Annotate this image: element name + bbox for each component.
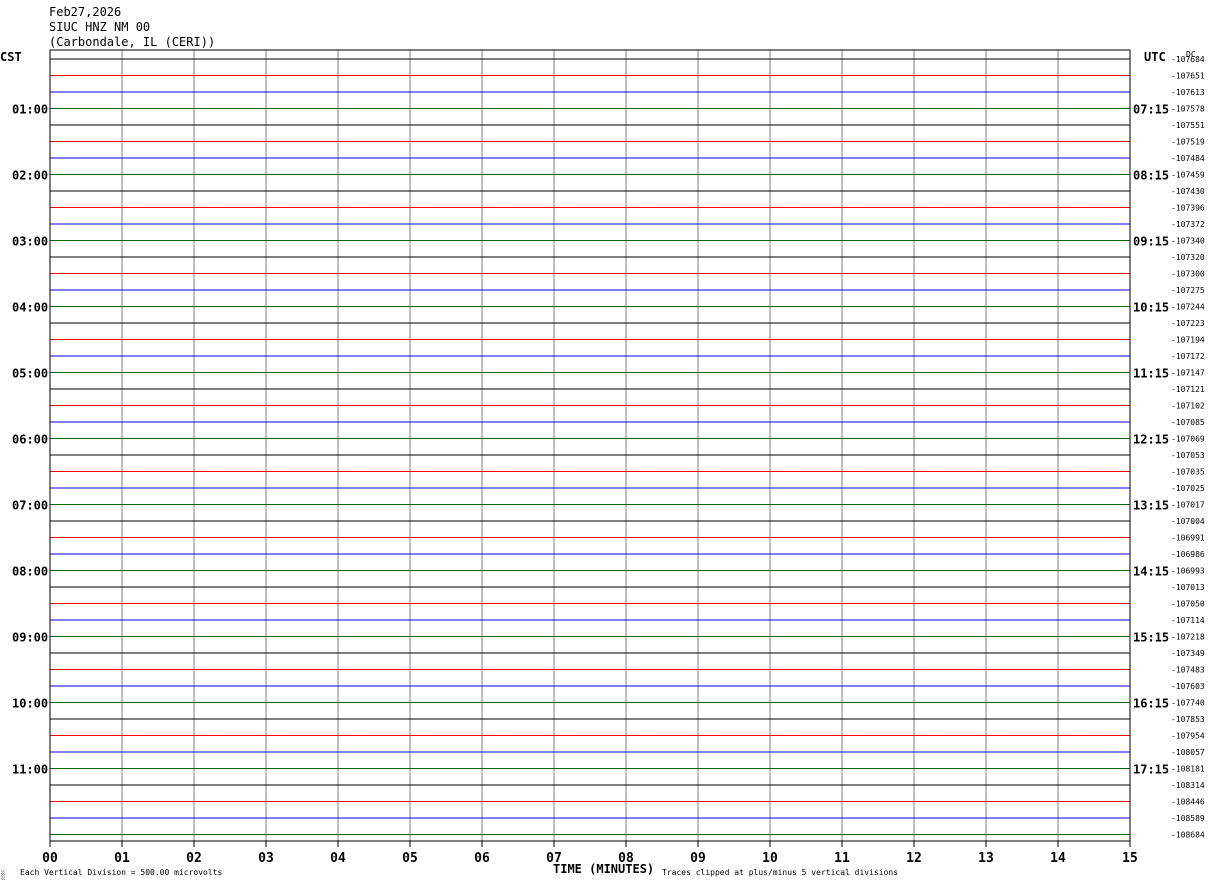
x-tick-label: 09 [690,851,706,866]
dc-offset-label: -107102 [1171,402,1205,411]
hour-label-utc: 16:15 [1133,697,1169,711]
hour-label-cst: 10:00 [12,697,48,711]
dc-offset-label: -107483 [1171,666,1205,675]
dc-offset-label: -108057 [1171,748,1205,757]
hour-label-utc: 13:15 [1133,499,1169,513]
dc-offset-label: -107684 [1171,55,1205,64]
hour-label-utc: 11:15 [1133,367,1169,381]
dc-offset-label: -107430 [1171,187,1205,196]
x-tick-label: 01 [114,851,130,866]
footer-marker: ░ [1,870,6,880]
dc-offset-label: -107740 [1171,699,1205,708]
hour-label-utc: 08:15 [1133,169,1169,183]
x-tick-label: 02 [186,851,202,866]
dc-offset-label: -107603 [1171,682,1205,691]
x-tick-label: 06 [474,851,490,866]
dc-offset-label: -108684 [1171,831,1205,840]
dc-offset-label: -108446 [1171,798,1205,807]
x-tick-label: 14 [1050,851,1066,866]
dc-offset-label: -106986 [1171,550,1205,559]
utc-label: UTC [1144,50,1166,64]
hour-label-cst: 07:00 [12,499,48,513]
dc-offset-label: -107050 [1171,600,1205,609]
dc-offset-label: -107147 [1171,369,1205,378]
dc-offset-label: -107218 [1171,633,1205,642]
helicorder-plot: Feb27,2026 SIUC HNZ NM 00 (Carbondale, I… [0,5,1205,880]
hour-label-cst: 01:00 [12,103,48,117]
hour-label-cst: 02:00 [12,169,48,183]
trace-lines [50,58,1130,835]
dc-offset-label: -107396 [1171,204,1205,213]
plot-frame [49,49,1131,842]
dc-offset-label: -107004 [1171,517,1205,526]
dc-offset-label: -107017 [1171,501,1205,510]
dc-offset-label: -107651 [1171,72,1205,81]
hour-label-cst: 09:00 [12,631,48,645]
hour-label-cst: 06:00 [12,433,48,447]
cst-label: CST [0,50,22,64]
x-axis-title: TIME (MINUTES) [553,862,654,876]
dc-offset-label: -107372 [1171,220,1205,229]
header-date: Feb27,2026 [49,5,121,19]
dc-offset-label: -107853 [1171,715,1205,724]
dc-offset-label: -107035 [1171,468,1205,477]
dc-offset-labels: -107684 -107651 -107613 -107578 -107551 -1075… [1171,55,1205,840]
dc-offset-label: -107519 [1171,138,1205,147]
hour-label-cst: 03:00 [12,235,48,249]
dc-offset-label: -107320 [1171,253,1205,262]
dc-offset-label: -107114 [1171,616,1205,625]
dc-offset-label: -107121 [1171,385,1205,394]
hour-label-cst: 05:00 [12,367,48,381]
dc-offset-label: -108314 [1171,781,1205,790]
hour-label-cst: 08:00 [12,565,48,579]
header-station: SIUC HNZ NM 00 [49,20,150,34]
dc-offset-label: -107025 [1171,484,1205,493]
x-tick-label: 05 [402,851,418,866]
footer-clip-note: Traces clipped at plus/minus 5 vertical … [662,868,898,877]
x-tick-label: 04 [330,851,346,866]
dc-offset-label: -107069 [1171,435,1205,444]
hour-label-cst: 11:00 [12,763,48,777]
dc-offset-label: -107244 [1171,303,1205,312]
dc-offset-label: -107459 [1171,171,1205,180]
dc-offset-label: -108181 [1171,765,1205,774]
x-tick-label: 10 [762,851,778,866]
dc-offset-label: -107194 [1171,336,1205,345]
dc-offset-label: -107349 [1171,649,1205,658]
hour-label-cst: 04:00 [12,301,48,315]
footer-scale-note: Each Vertical Division = 500.00 microvol… [20,868,222,877]
dc-offset-label: -106991 [1171,534,1205,543]
dc-offset-label: -107613 [1171,88,1205,97]
dc-offset-label: -107300 [1171,270,1205,279]
x-tick-label: 12 [906,851,922,866]
dc-offset-label: -107172 [1171,352,1205,361]
dc-offset-label: -107551 [1171,121,1205,130]
hour-label-utc: 07:15 [1133,103,1169,117]
hour-label-utc: 15:15 [1133,631,1169,645]
x-tick-label: 13 [978,851,994,866]
dc-offset-label: -108589 [1171,814,1205,823]
hour-labels: 01:00 07:15 02:00 08:15 03:00 09:15 04:00 10:15… [12,103,1169,777]
hour-label-utc: 14:15 [1133,565,1169,579]
dc-offset-label: -107223 [1171,319,1205,328]
hour-label-utc: 10:15 [1133,301,1169,315]
x-tick-label: 15 [1122,851,1138,866]
hour-label-utc: 17:15 [1133,763,1169,777]
dc-offset-label: -107013 [1171,583,1205,592]
dc-offset-label: -107954 [1171,732,1205,741]
dc-offset-label: -107340 [1171,237,1205,246]
header-location: (Carbondale, IL (CERI)) [49,35,215,49]
x-tick-label: 00 [42,851,58,866]
minute-grid [121,50,1059,841]
x-tick-label: 03 [258,851,274,866]
dc-offset-label: -107484 [1171,154,1205,163]
hour-label-utc: 12:15 [1133,433,1169,447]
dc-offset-label: -107578 [1171,105,1205,114]
x-tick-label: 11 [834,851,850,866]
hour-label-utc: 09:15 [1133,235,1169,249]
dc-offset-label: -107053 [1171,451,1205,460]
dc-offset-label: -107275 [1171,286,1205,295]
dc-offset-label: -106993 [1171,567,1205,576]
dc-offset-label: -107085 [1171,418,1205,427]
